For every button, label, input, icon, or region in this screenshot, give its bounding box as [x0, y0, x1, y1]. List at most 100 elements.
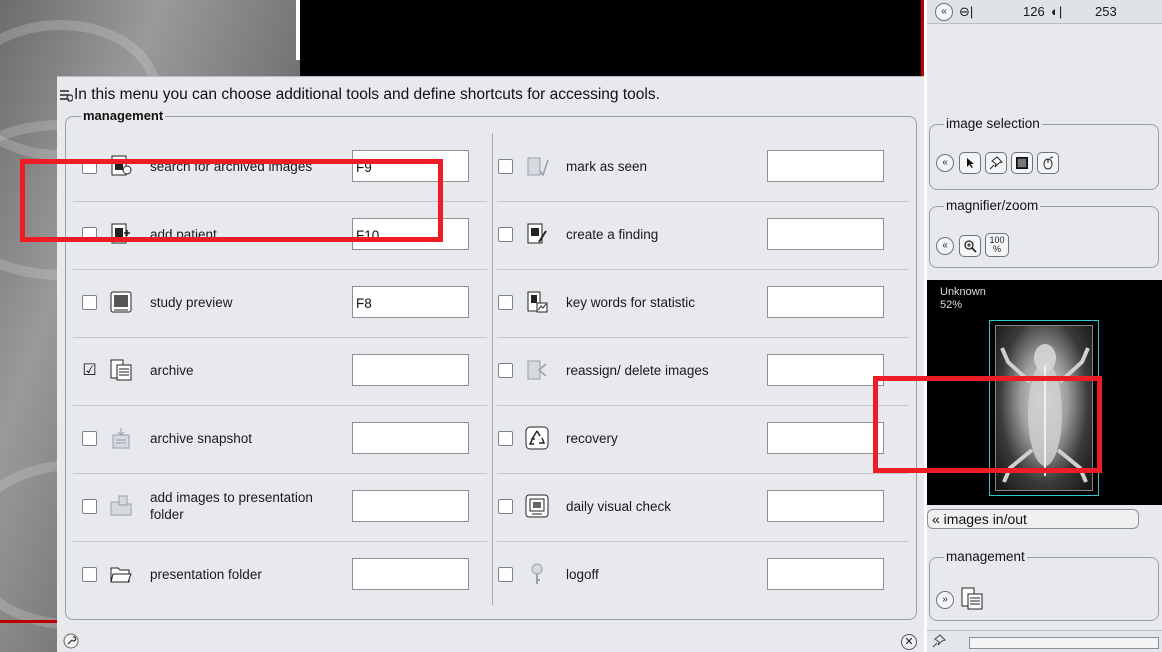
tool-checkbox[interactable] [82, 294, 97, 310]
tool-label: recovery [566, 430, 618, 446]
study-preview-icon [109, 290, 133, 314]
shortcut-field[interactable]: F10 [352, 218, 469, 250]
shortcut-field[interactable] [767, 490, 884, 522]
tool-label: add images to presentation folder [150, 490, 313, 522]
tool-checkbox[interactable] [498, 158, 513, 174]
shortcut-field[interactable]: F9 [352, 150, 469, 182]
tool-checkbox[interactable]: ☑ [82, 362, 97, 378]
pin-small-icon [932, 634, 946, 651]
key-icon [525, 562, 549, 586]
thumbnail-navigator[interactable]: Unknown 52% [927, 280, 1162, 505]
mark-seen-icon [525, 154, 549, 178]
shortcut-field[interactable] [767, 150, 884, 182]
group-label-management: management [81, 108, 166, 123]
tool-row: key words for statistic [498, 268, 746, 336]
tool-checkbox[interactable] [498, 566, 513, 582]
tool-checkbox[interactable] [498, 430, 513, 446]
tool-checkbox[interactable] [82, 226, 97, 242]
shortcut-field[interactable] [767, 286, 884, 318]
pin-tool-button[interactable] [985, 152, 1007, 174]
mouse-icon [1043, 156, 1054, 170]
add-to-folder-icon [109, 494, 133, 518]
zoom-100-button[interactable]: 100 % [985, 233, 1009, 257]
tool-menu-dialog: In this menu you can choose additional t… [57, 76, 924, 652]
tool-label: add patient [150, 226, 217, 242]
tool-checkbox[interactable] [498, 294, 513, 310]
shortcut-field[interactable] [767, 218, 884, 250]
tool-label: archive [150, 362, 194, 378]
tool-label: daily visual check [566, 498, 672, 514]
dialog-bottom-bar: ✕ [57, 629, 924, 652]
presentation-folder-icon [109, 562, 133, 586]
add-patient-icon [109, 222, 133, 246]
tool-label: presentation folder [150, 566, 262, 582]
level-icon: ◐| [1051, 4, 1063, 19]
tool-row: recovery [498, 404, 746, 472]
magnifier-zoom-label: magnifier/zoom [944, 198, 1041, 213]
collapse-image-selection-button[interactable]: « [936, 154, 954, 172]
close-dialog-button[interactable]: ✕ [901, 634, 917, 650]
reassign-icon [525, 358, 549, 382]
tool-row: create a finding [498, 200, 746, 268]
create-finding-icon [525, 222, 549, 246]
tool-row: add patient [82, 200, 330, 268]
pointer-tool-button[interactable] [959, 152, 981, 174]
tool-row: search for archived images [82, 132, 330, 200]
tool-label: archive snapshot [150, 430, 253, 446]
tool-label: reassign/ delete images [566, 362, 709, 378]
window-level-bar: « ⊖| 126 ◐| 253 [927, 0, 1162, 24]
shortcut-field[interactable] [767, 558, 884, 590]
progress-bar [969, 637, 1159, 649]
tool-checkbox[interactable] [498, 226, 513, 242]
monitor-tool-button[interactable] [1011, 152, 1033, 174]
tool-label: key words for statistic [566, 294, 696, 310]
shortcut-field[interactable] [767, 354, 884, 386]
tool-checkbox[interactable] [82, 566, 97, 582]
tool-checkbox[interactable] [82, 498, 97, 514]
shortcut-field[interactable] [352, 490, 469, 522]
window-icon: ⊖| [959, 4, 974, 19]
right-tool-panel: « ⊖| 126 ◐| 253 image selection « magnif… [927, 0, 1162, 652]
thumbnail-name: Unknown [940, 286, 986, 298]
tool-row: logoff [498, 540, 746, 608]
shortcut-field[interactable] [767, 422, 884, 454]
shortcut-field[interactable]: F8 [352, 286, 469, 318]
magnifier-button[interactable] [959, 235, 981, 257]
archive-shortcut-icon[interactable] [960, 585, 984, 611]
thumbnail-zoom: 52% [940, 299, 963, 311]
thumbnail-viewport-frame[interactable] [989, 320, 1099, 496]
collapse-magnifier-button[interactable]: « [936, 237, 954, 255]
tool-checkbox[interactable] [498, 362, 513, 378]
tool-row: mark as seen [498, 132, 746, 200]
tool-checkbox[interactable] [82, 158, 97, 174]
shortcut-field[interactable] [352, 354, 469, 386]
tool-checkbox[interactable] [498, 498, 513, 514]
thumbnail-caption: Unknown 52% [940, 286, 986, 312]
image-selection-label: image selection [944, 116, 1042, 131]
mouse-tool-button[interactable] [1037, 152, 1059, 174]
status-bar [927, 630, 1162, 652]
tool-label: mark as seen [566, 158, 648, 174]
cursor-arrow-icon [967, 158, 974, 168]
collapse-window-level-button[interactable]: « [935, 3, 953, 21]
tool-row: archive snapshot [82, 404, 330, 472]
level-value: 253 [1095, 4, 1117, 19]
pin-icon [989, 156, 1003, 170]
archive-snapshot-icon [109, 426, 133, 450]
expand-management-button[interactable]: » [936, 591, 954, 609]
menu-settings-icon [59, 88, 74, 102]
tool-label: logoff [566, 566, 599, 582]
magnifier-icon [964, 240, 977, 253]
tool-row: reassign/ delete images [498, 336, 746, 404]
monitor-icon [1016, 157, 1028, 169]
images-in-out-button[interactable]: « images in/out [927, 509, 1139, 529]
tool-row: add images to presentation folder [82, 472, 330, 540]
wrench-icon[interactable] [63, 633, 79, 649]
shortcut-field[interactable] [352, 558, 469, 590]
dialog-title-text: In this menu you can choose additional t… [74, 86, 660, 103]
recycle-icon [525, 426, 549, 450]
window-value: 126 [1023, 4, 1045, 19]
shortcut-field[interactable] [352, 422, 469, 454]
tool-checkbox[interactable] [82, 430, 97, 446]
visual-check-icon [525, 494, 549, 518]
